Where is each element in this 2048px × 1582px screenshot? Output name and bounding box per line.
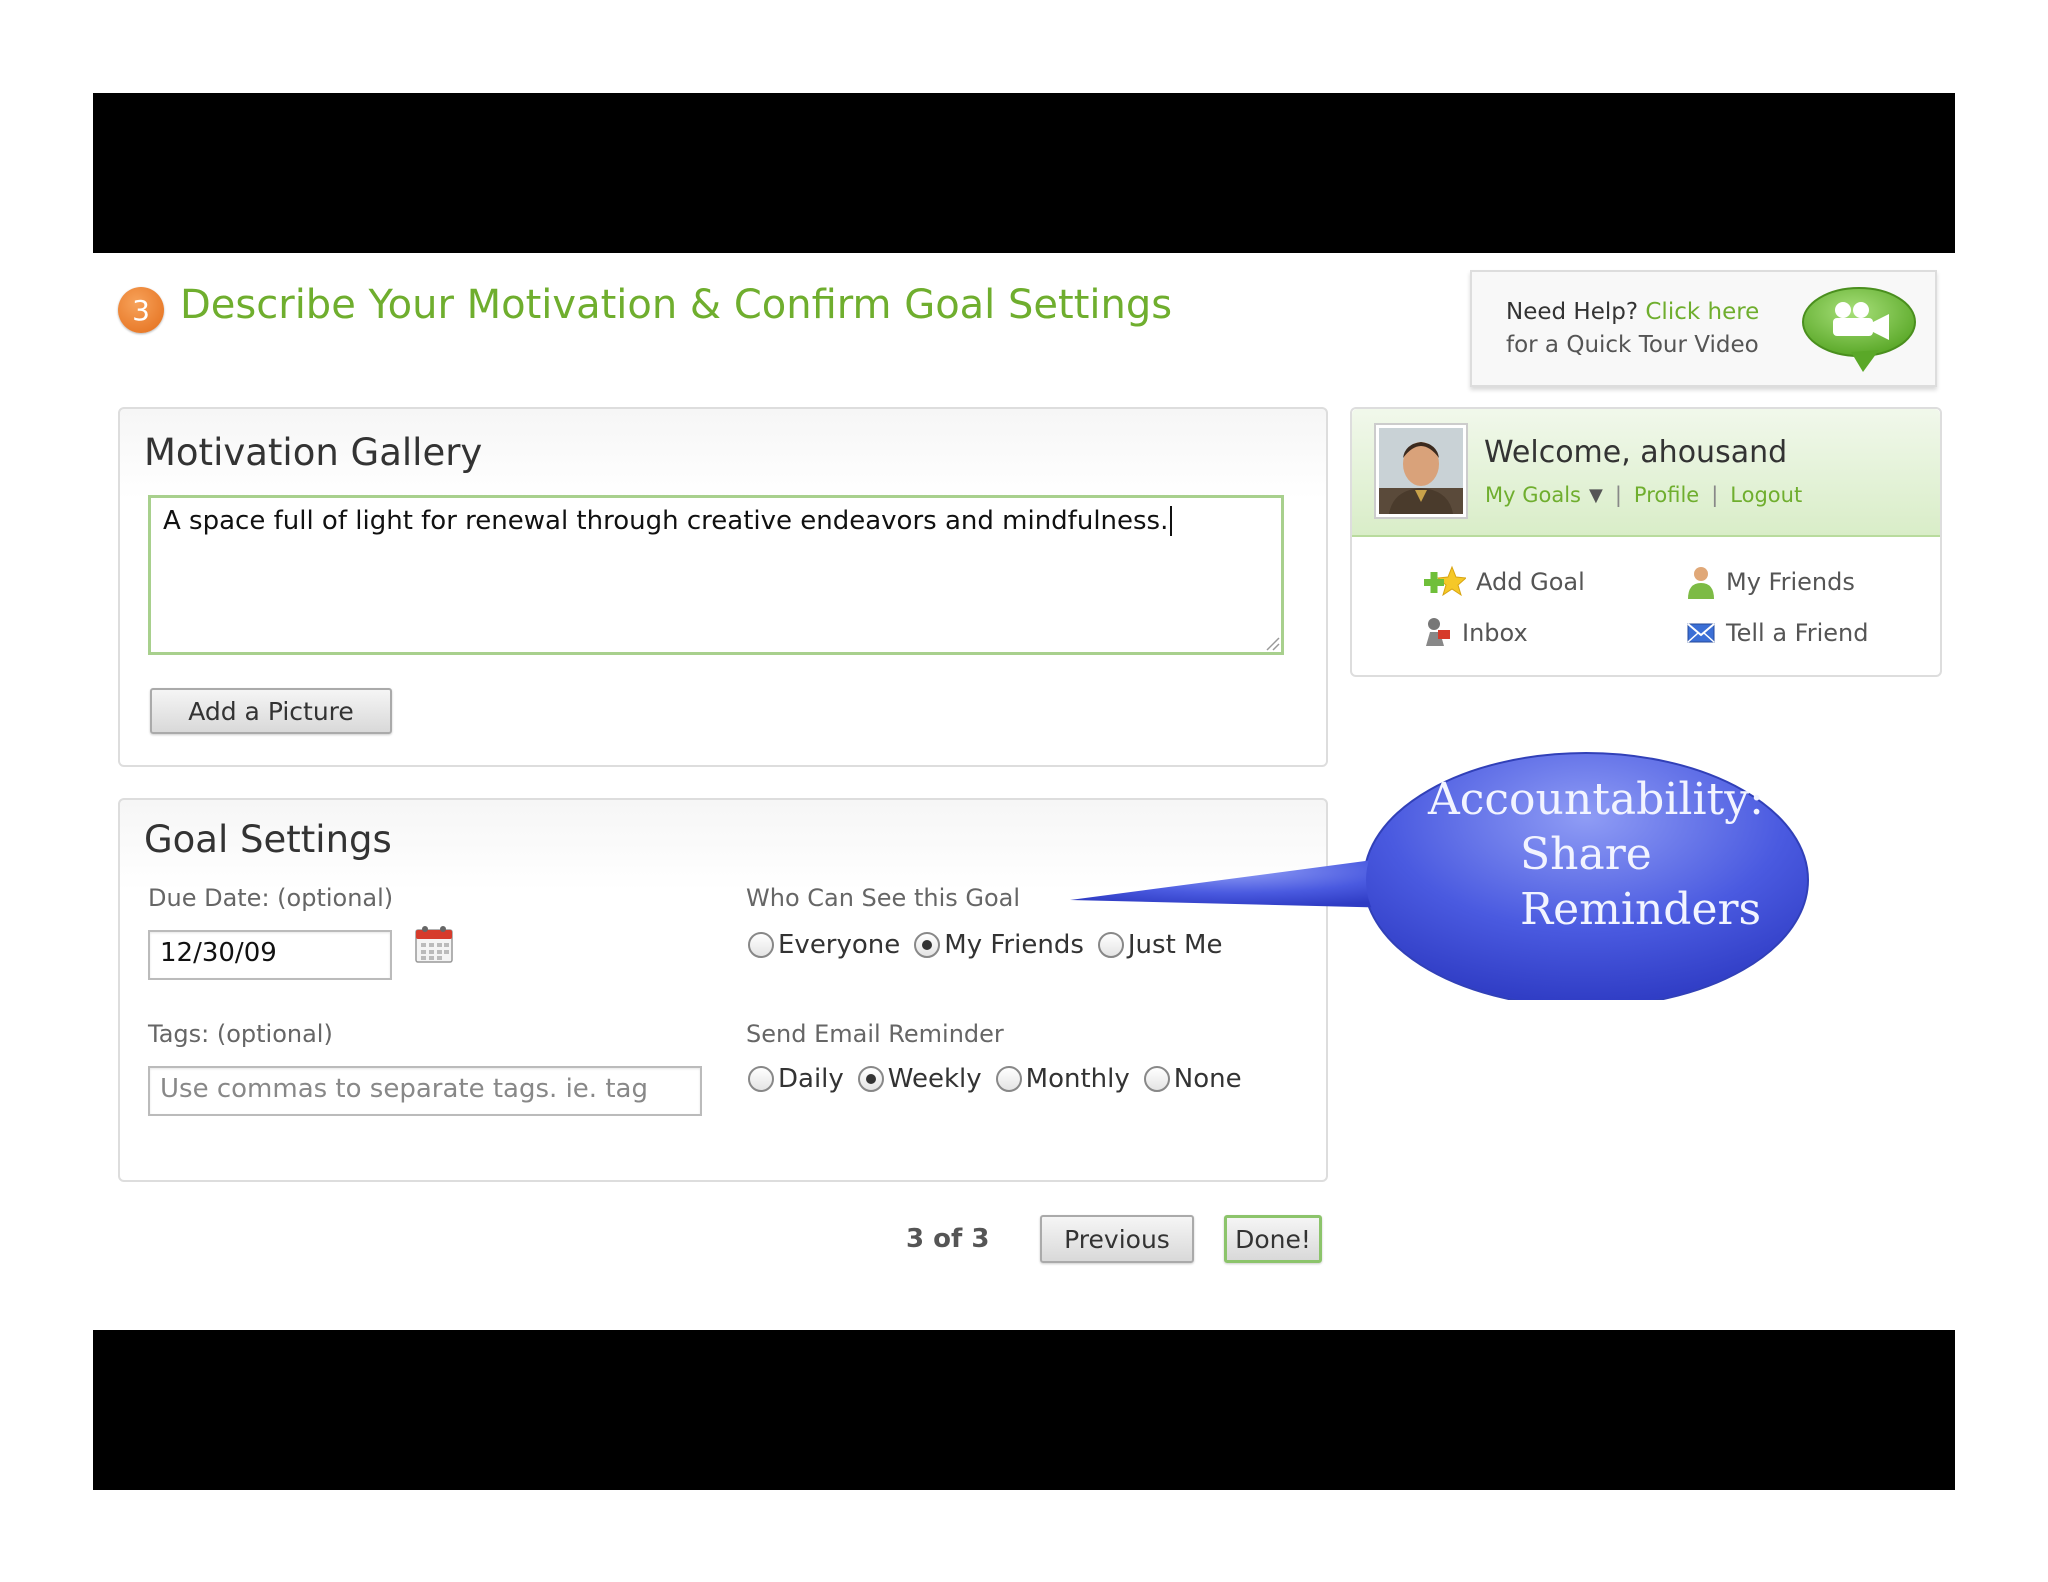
tell-a-friend-action[interactable]: Tell a Friend <box>1686 616 1868 650</box>
my-friends-action[interactable]: My Friends <box>1686 565 1855 599</box>
previous-button[interactable]: Previous <box>1040 1215 1194 1263</box>
due-date-input[interactable]: 12/30/09 <box>148 930 392 980</box>
video-chat-bubble-icon[interactable] <box>1799 284 1919 374</box>
resize-grip-icon[interactable] <box>1264 635 1280 651</box>
help-subtext: for a Quick Tour Video <box>1506 332 1759 358</box>
link-separator: | <box>1711 483 1719 507</box>
callout-line-2: Share <box>1520 829 1652 880</box>
radio-button[interactable] <box>995 1066 1022 1092</box>
logout-link[interactable]: Logout <box>1730 483 1802 507</box>
callout-line-1: Accountability: <box>1428 774 1764 825</box>
motivation-gallery-title: Motivation Gallery <box>144 431 483 474</box>
user-panel: Welcome, ahousand My Goals ▼ | Profile |… <box>1350 407 1942 677</box>
welcome-text: Welcome, ahousand <box>1484 435 1788 470</box>
reminder-option-none[interactable]: None <box>1143 1064 1242 1094</box>
step-number-badge: 3 <box>118 287 164 333</box>
radio-button-selected[interactable] <box>857 1066 884 1092</box>
callout-line-3: Reminders <box>1520 884 1762 935</box>
letterbox-bottom <box>93 1330 1955 1490</box>
accountability-callout <box>1070 752 1809 1000</box>
goal-settings-title: Goal Settings <box>144 818 392 861</box>
page-count: 3 of 3 <box>906 1224 990 1254</box>
link-separator: | <box>1614 483 1622 507</box>
user-header: Welcome, ahousand My Goals ▼ | Profile |… <box>1352 409 1940 537</box>
caret-down-icon[interactable]: ▼ <box>1589 485 1603 506</box>
envelope-icon <box>1687 623 1715 643</box>
visibility-option-my-friends[interactable]: My Friends <box>914 930 1084 960</box>
page-title: Describe Your Motivation & Confirm Goal … <box>180 282 1173 328</box>
avatar-photo-icon <box>1379 428 1463 514</box>
help-box[interactable]: Need Help? Click here for a Quick Tour V… <box>1470 270 1937 387</box>
email-reminder-label: Send Email Reminder <box>746 1020 1004 1048</box>
due-date-label: Due Date: (optional) <box>148 884 394 912</box>
visibility-label: Who Can See this Goal <box>746 884 1021 912</box>
my-goals-link[interactable]: My Goals <box>1485 483 1581 507</box>
profile-link[interactable]: Profile <box>1634 483 1699 507</box>
radio-button[interactable] <box>1143 1066 1170 1092</box>
motivation-gallery-panel: Motivation Gallery A space full of light… <box>118 407 1328 767</box>
help-text: Need Help? Click here <box>1506 299 1760 325</box>
add-goal-action[interactable]: Add Goal <box>1422 565 1585 599</box>
radio-button[interactable] <box>748 932 774 958</box>
reminder-option-daily[interactable]: Daily <box>748 1064 844 1094</box>
radio-button-selected[interactable] <box>914 932 941 958</box>
user-links: My Goals ▼ | Profile | Logout <box>1485 483 1802 507</box>
email-reminder-radio-group: Daily Weekly Monthly None <box>748 1064 1256 1094</box>
tags-input[interactable]: Use commas to separate tags. ie. tag <box>148 1066 702 1116</box>
done-button[interactable]: Done! <box>1224 1215 1322 1263</box>
quick-tour-link[interactable]: Click here <box>1645 299 1759 325</box>
inbox-action[interactable]: Inbox <box>1422 616 1528 650</box>
add-picture-button[interactable]: Add a Picture <box>150 688 392 734</box>
letterbox-top <box>93 93 1955 253</box>
inbox-icon <box>1426 618 1450 646</box>
radio-button[interactable] <box>748 1066 774 1092</box>
person-icon <box>1688 567 1714 599</box>
motivation-textarea[interactable]: A space full of light for renewal throug… <box>148 495 1284 655</box>
avatar[interactable] <box>1374 423 1468 519</box>
calendar-icon[interactable] <box>413 924 455 964</box>
add-goal-icon <box>1424 565 1466 597</box>
reminder-option-weekly[interactable]: Weekly <box>857 1064 982 1094</box>
reminder-option-monthly[interactable]: Monthly <box>995 1064 1130 1094</box>
visibility-option-everyone[interactable]: Everyone <box>748 930 900 960</box>
tags-label: Tags: (optional) <box>148 1020 333 1048</box>
